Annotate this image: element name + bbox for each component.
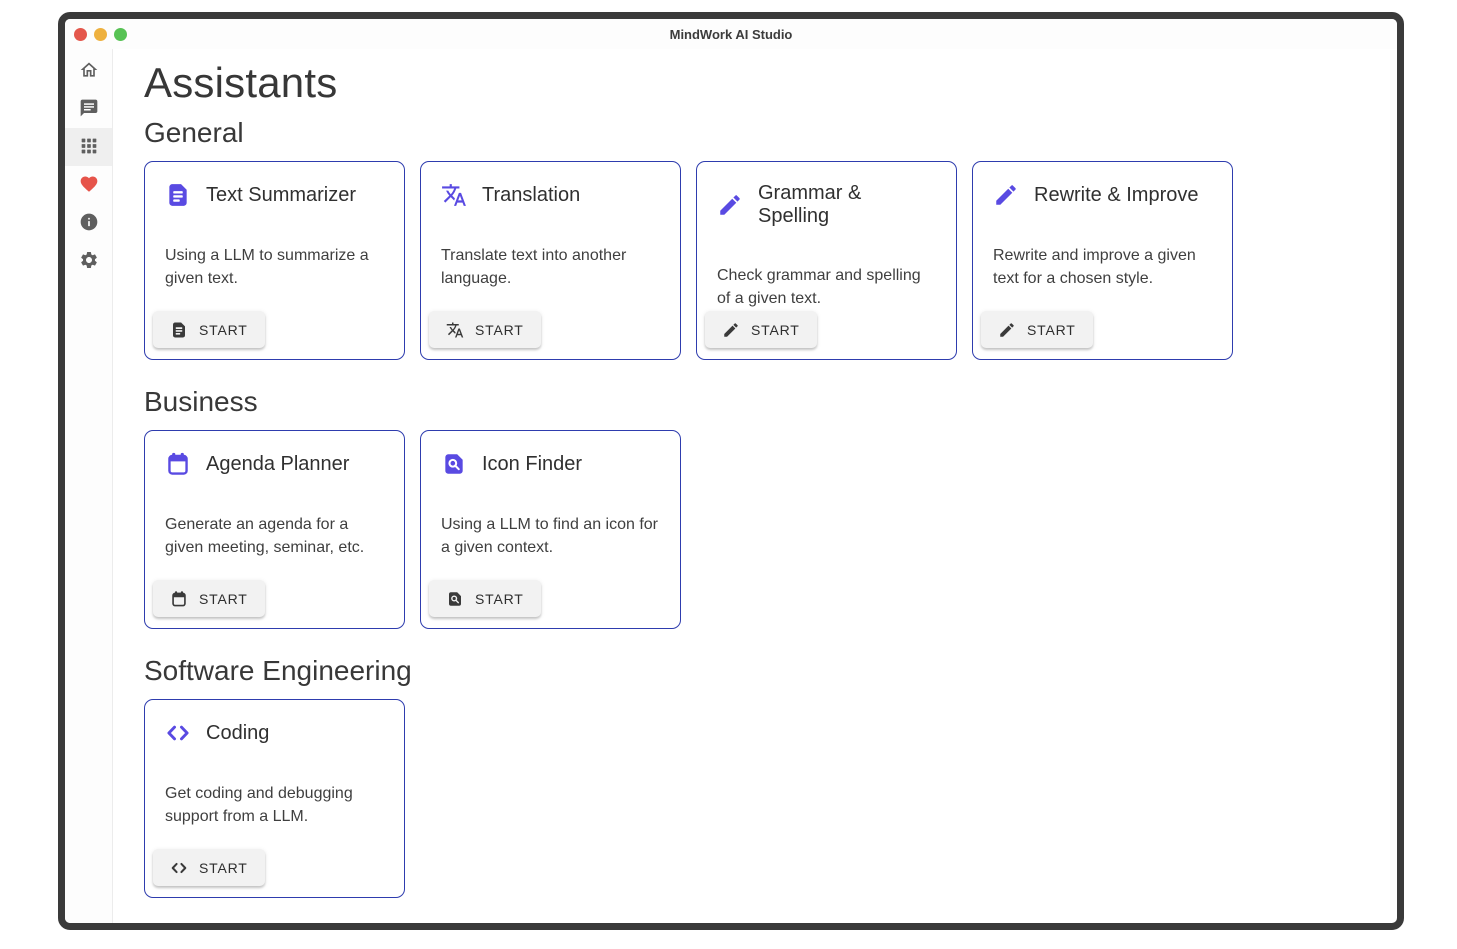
start-button-label: START <box>199 860 248 876</box>
title-bar: MindWork AI Studio <box>65 19 1397 49</box>
section-title-business: Business <box>144 386 1397 418</box>
card-rewrite-improve: Rewrite & Improve Rewrite and improve a … <box>972 161 1233 360</box>
content-area: Assistants General Text Summarizer Using… <box>113 49 1397 923</box>
card-description: Get coding and debugging support from a … <box>165 782 384 828</box>
cards-row-business: Agenda Planner Generate an agenda for a … <box>144 430 1397 629</box>
pencil-icon <box>998 321 1016 339</box>
calendar-icon <box>170 590 188 608</box>
section-title-software-engineering: Software Engineering <box>144 655 1397 687</box>
pencil-icon <box>993 182 1019 208</box>
document-icon <box>170 321 188 339</box>
cards-row-software-engineering: Coding Get coding and debugging support … <box>144 699 1397 898</box>
card-description: Using a LLM to summarize a given text. <box>165 244 384 290</box>
zoom-button[interactable] <box>114 28 127 41</box>
sidebar-item-chats[interactable] <box>65 90 112 128</box>
sidebar <box>65 49 113 923</box>
sidebar-item-home[interactable] <box>65 52 112 90</box>
card-description: Using a LLM to find an icon for a given … <box>441 513 660 559</box>
code-icon <box>170 859 188 877</box>
start-button-grammar-spelling[interactable]: START <box>705 311 817 348</box>
card-grammar-spelling: Grammar & Spelling Check grammar and spe… <box>696 161 957 360</box>
card-agenda-planner: Agenda Planner Generate an agenda for a … <box>144 430 405 629</box>
chat-icon <box>79 98 99 121</box>
pencil-icon <box>722 321 740 339</box>
icon-search-icon <box>441 451 467 477</box>
start-button-rewrite-improve[interactable]: START <box>981 311 1093 348</box>
card-title: Rewrite & Improve <box>1034 184 1199 207</box>
card-description: Check grammar and spelling of a given te… <box>717 264 936 310</box>
card-coding: Coding Get coding and debugging support … <box>144 699 405 898</box>
start-button-text-summarizer[interactable]: START <box>153 311 265 348</box>
calendar-icon <box>165 451 191 477</box>
card-title: Translation <box>482 184 580 207</box>
start-button-label: START <box>751 322 800 338</box>
document-icon <box>165 182 191 208</box>
section-title-general: General <box>144 117 1397 149</box>
apps-icon <box>79 136 99 159</box>
translate-icon <box>446 321 464 339</box>
translate-icon <box>441 182 467 208</box>
minimize-button[interactable] <box>94 28 107 41</box>
card-title: Agenda Planner <box>206 453 349 476</box>
card-title: Coding <box>206 722 269 745</box>
sidebar-item-about[interactable] <box>65 204 112 242</box>
gear-icon <box>79 250 99 273</box>
heart-icon <box>79 174 99 197</box>
traffic-lights <box>74 28 127 41</box>
home-icon <box>79 60 99 83</box>
start-button-label: START <box>1027 322 1076 338</box>
card-title: Icon Finder <box>482 453 582 476</box>
start-button-coding[interactable]: START <box>153 849 265 886</box>
window-title: MindWork AI Studio <box>65 27 1397 42</box>
card-title: Text Summarizer <box>206 184 356 207</box>
card-description: Rewrite and improve a given text for a c… <box>993 244 1212 290</box>
start-button-label: START <box>475 591 524 607</box>
start-button-agenda-planner[interactable]: START <box>153 580 265 617</box>
start-button-label: START <box>199 322 248 338</box>
code-icon <box>165 720 191 746</box>
sidebar-item-assistants[interactable] <box>65 128 112 166</box>
start-button-label: START <box>475 322 524 338</box>
sidebar-item-settings[interactable] <box>65 242 112 280</box>
start-button-icon-finder[interactable]: START <box>429 580 541 617</box>
card-icon-finder: Icon Finder Using a LLM to find an icon … <box>420 430 681 629</box>
info-icon <box>79 212 99 235</box>
app-window: MindWork AI Studio Assistants <box>58 12 1404 930</box>
page-title: Assistants <box>144 59 1397 107</box>
start-button-label: START <box>199 591 248 607</box>
sidebar-item-favorites[interactable] <box>65 166 112 204</box>
cards-row-general: Text Summarizer Using a LLM to summarize… <box>144 161 1397 360</box>
start-button-translation[interactable]: START <box>429 311 541 348</box>
icon-search-icon <box>446 590 464 608</box>
pencil-icon <box>717 192 743 218</box>
card-description: Translate text into another language. <box>441 244 660 290</box>
card-text-summarizer: Text Summarizer Using a LLM to summarize… <box>144 161 405 360</box>
card-title: Grammar & Spelling <box>758 182 936 228</box>
card-description: Generate an agenda for a given meeting, … <box>165 513 384 559</box>
close-button[interactable] <box>74 28 87 41</box>
card-translation: Translation Translate text into another … <box>420 161 681 360</box>
